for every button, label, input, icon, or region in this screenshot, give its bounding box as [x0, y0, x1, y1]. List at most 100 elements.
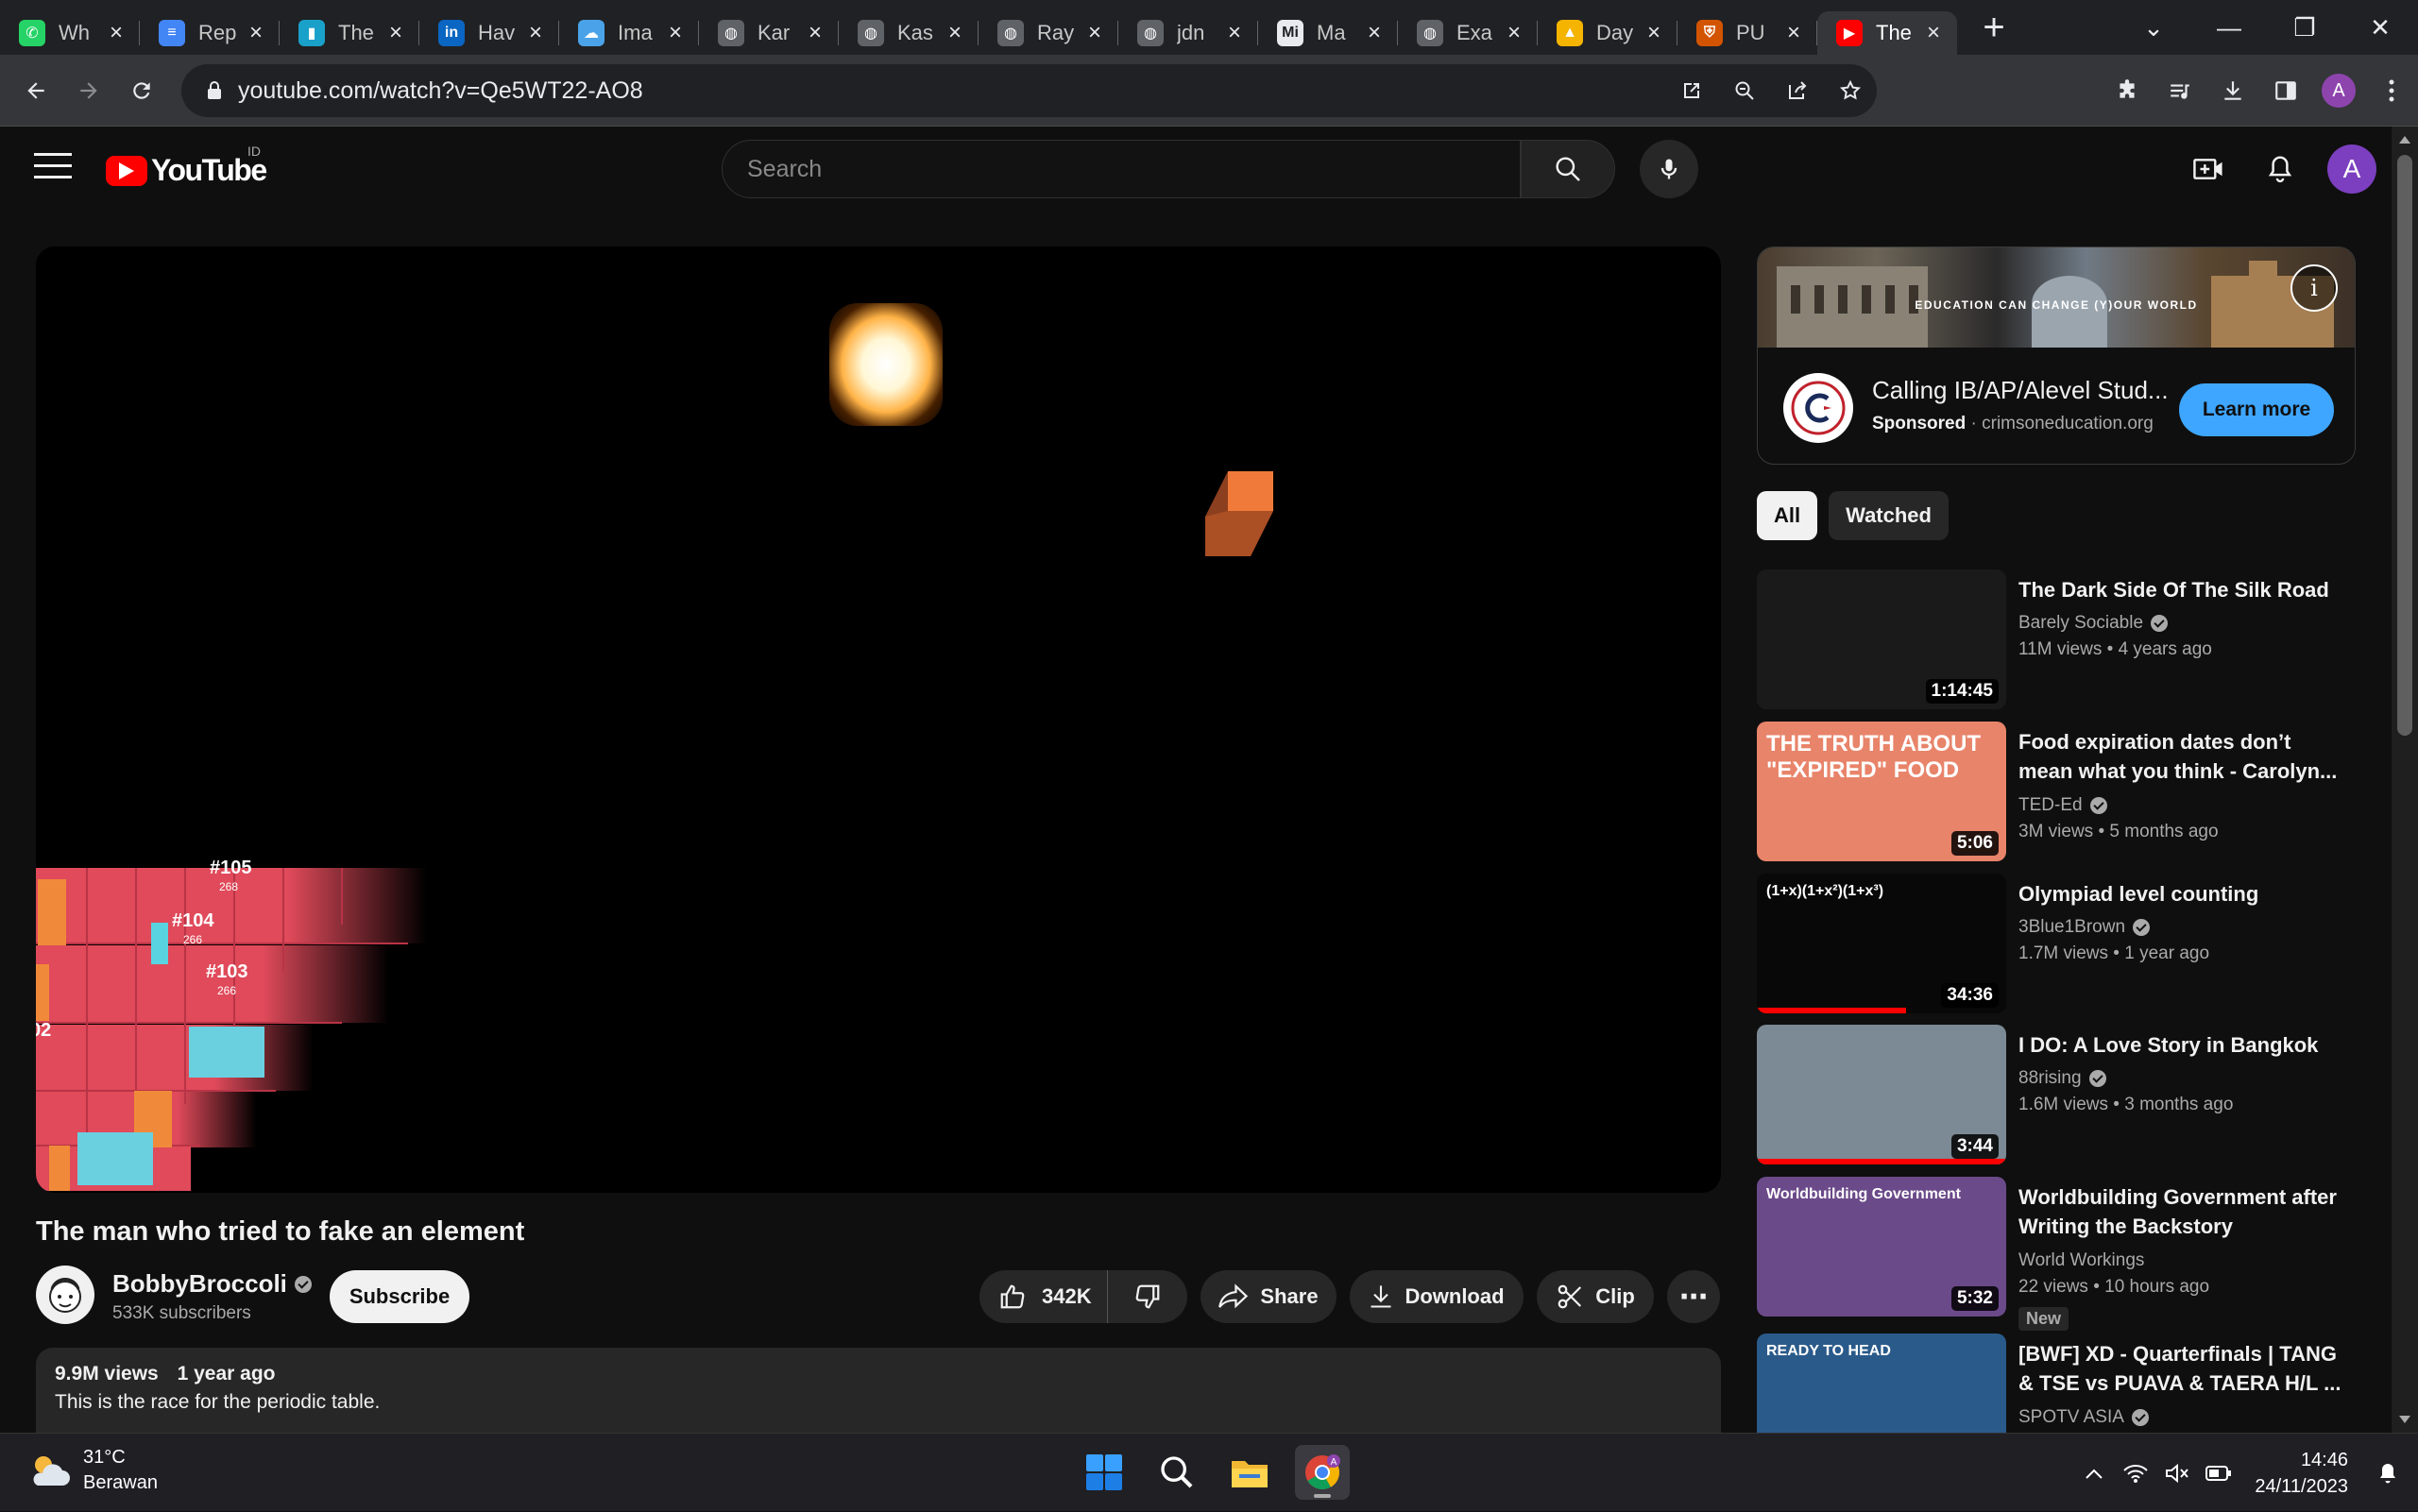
media-queue-icon[interactable]: [2154, 78, 2206, 103]
tab-close-icon[interactable]: ×: [1084, 20, 1105, 46]
tab-close-icon[interactable]: ×: [525, 20, 546, 46]
install-app-icon[interactable]: [1665, 79, 1718, 102]
tab-close-icon[interactable]: ×: [1224, 20, 1245, 46]
browser-tab[interactable]: ≡ Rep ×: [140, 11, 280, 55]
url-text[interactable]: youtube.com/watch?v=Qe5WT22-AO8: [238, 77, 643, 105]
notifications-button[interactable]: [2244, 154, 2316, 184]
dislike-button[interactable]: [1108, 1283, 1187, 1311]
browser-tab[interactable]: ⛨ PU ×: [1677, 11, 1817, 55]
recommended-video-title[interactable]: Food expiration dates don’t mean what yo…: [2018, 727, 2349, 786]
subscribe-button[interactable]: Subscribe: [330, 1270, 469, 1323]
browser-tab[interactable]: ☁ Ima ×: [559, 11, 699, 55]
channel-name[interactable]: BobbyBroccoli: [112, 1269, 312, 1299]
tab-close-icon[interactable]: ×: [246, 20, 266, 46]
channel-name-text[interactable]: BobbyBroccoli: [112, 1269, 287, 1299]
new-tab-button[interactable]: +: [1967, 7, 2021, 49]
forward-button[interactable]: [62, 64, 115, 117]
address-bar[interactable]: youtube.com/watch?v=Qe5WT22-AO8: [181, 64, 1877, 117]
notification-bell-icon[interactable]: [2367, 1462, 2409, 1485]
browser-tab[interactable]: ▮ The ×: [280, 11, 419, 55]
close-window-button[interactable]: ✕: [2342, 13, 2418, 42]
voice-search-button[interactable]: [1640, 140, 1698, 198]
kebab-menu-icon[interactable]: [2365, 78, 2418, 103]
recommended-channel[interactable]: 88rising: [2018, 1068, 2106, 1089]
taskbar-search-button[interactable]: [1149, 1445, 1204, 1500]
recommended-video[interactable]: THE TRUTH ABOUT "EXPIRED" FOOD 5:06 Food e…: [1757, 722, 2380, 863]
share-page-icon[interactable]: [1771, 79, 1824, 102]
tab-close-icon[interactable]: ×: [1643, 20, 1664, 46]
system-clock[interactable]: 14:46 24/11/2023: [2255, 1447, 2348, 1500]
start-button[interactable]: [1077, 1445, 1132, 1500]
browser-tab[interactable]: ◍ Kas ×: [839, 11, 979, 55]
search-input[interactable]: Search: [722, 140, 1521, 198]
recommended-channel[interactable]: SPOTV ASIA: [2018, 1407, 2149, 1428]
clip-button[interactable]: Clip: [1537, 1270, 1654, 1323]
tab-search-chevron-icon[interactable]: ⌄: [2116, 13, 2191, 42]
tab-close-icon[interactable]: ×: [665, 20, 686, 46]
video-player[interactable]: #105 268 #104 266 #103 266 02: [36, 246, 1721, 1193]
recommended-video[interactable]: 1:14:45 The Dark Side Of The Silk Road Bar…: [1757, 569, 2380, 711]
browser-tab[interactable]: ✆ Wh ×: [0, 11, 140, 55]
video-thumbnail[interactable]: 1:14:45: [1757, 569, 2006, 709]
tab-close-icon[interactable]: ×: [385, 20, 406, 46]
recommended-channel[interactable]: 3Blue1Brown: [2018, 917, 2151, 938]
learn-more-button[interactable]: Learn more: [2179, 383, 2334, 436]
video-thumbnail[interactable]: Worldbuilding Government 5:32: [1757, 1177, 2006, 1317]
browser-tab[interactable]: ◍ Kar ×: [699, 11, 839, 55]
scroll-up-arrow-icon[interactable]: [2399, 136, 2410, 144]
recommended-video-title[interactable]: Worldbuilding Government after Writing t…: [2018, 1182, 2349, 1241]
recommended-channel[interactable]: TED-Ed: [2018, 795, 2107, 816]
tab-close-icon[interactable]: ×: [1504, 20, 1524, 46]
chrome-taskbar-button[interactable]: A: [1295, 1445, 1350, 1500]
show-hidden-icons-chevron-icon[interactable]: [2073, 1467, 2115, 1480]
recommended-channel[interactable]: World Workings: [2018, 1250, 2144, 1271]
puzzle-extensions-icon[interactable]: [2101, 78, 2154, 103]
recommended-video[interactable]: (1+x)(1+x²)(1+x³) 34:36 Olympiad level cou…: [1757, 874, 2380, 1015]
youtube-logo[interactable]: YouTube ID: [106, 144, 267, 188]
tab-close-icon[interactable]: ×: [805, 20, 826, 46]
minimize-button[interactable]: —: [2191, 13, 2267, 42]
account-avatar[interactable]: A: [2327, 144, 2376, 194]
recommended-video-title[interactable]: I DO: A Love Story in Bangkok: [2018, 1030, 2349, 1060]
zoom-out-icon[interactable]: [1718, 79, 1771, 102]
share-button[interactable]: Share: [1200, 1270, 1337, 1323]
browser-tab[interactable]: in Hav ×: [419, 11, 559, 55]
recommended-video[interactable]: Worldbuilding Government 5:32 Worldbuildin…: [1757, 1177, 2380, 1331]
more-actions-button[interactable]: ⋯: [1667, 1270, 1720, 1323]
side-panel-icon[interactable]: [2259, 78, 2312, 103]
reload-button[interactable]: [115, 64, 168, 117]
video-thumbnail[interactable]: 3:44: [1757, 1025, 2006, 1164]
page-scrollbar[interactable]: [2392, 127, 2418, 1433]
downloads-icon[interactable]: [2206, 78, 2259, 103]
recommended-video[interactable]: 3:44 I DO: A Love Story in Bangkok 88risin…: [1757, 1025, 2380, 1166]
channel-avatar[interactable]: [36, 1266, 94, 1324]
browser-tab[interactable]: ▶ The ×: [1817, 11, 1957, 55]
sponsored-ad-card[interactable]: EDUCATION CAN CHANGE (Y)OUR WORLD i Call…: [1757, 246, 2356, 465]
tab-close-icon[interactable]: ×: [1364, 20, 1385, 46]
chip-watched[interactable]: Watched: [1829, 491, 1949, 540]
video-thumbnail[interactable]: THE TRUTH ABOUT "EXPIRED" FOOD 5:06: [1757, 722, 2006, 861]
tab-close-icon[interactable]: ×: [945, 20, 965, 46]
scroll-down-arrow-icon[interactable]: [2399, 1416, 2410, 1423]
bookmark-star-icon[interactable]: [1824, 79, 1877, 102]
browser-tab[interactable]: ◍ jdn ×: [1118, 11, 1258, 55]
tab-close-icon[interactable]: ×: [106, 20, 127, 46]
volume-muted-icon[interactable]: [2156, 1463, 2198, 1484]
browser-tab[interactable]: Mi Ma ×: [1258, 11, 1398, 55]
create-video-button[interactable]: [2172, 155, 2244, 183]
hamburger-menu-icon[interactable]: [34, 153, 72, 187]
recommended-channel[interactable]: Barely Sociable: [2018, 613, 2169, 634]
video-thumbnail[interactable]: (1+x)(1+x²)(1+x³) 34:36: [1757, 874, 2006, 1013]
scrollbar-thumb[interactable]: [2397, 155, 2412, 736]
browser-tab[interactable]: ▲ Day ×: [1538, 11, 1677, 55]
recommended-video-title[interactable]: The Dark Side Of The Silk Road: [2018, 575, 2349, 604]
download-button[interactable]: Download: [1350, 1270, 1524, 1323]
battery-icon[interactable]: [2198, 1465, 2239, 1482]
restore-button[interactable]: ❐: [2267, 13, 2342, 42]
recommended-video-title[interactable]: Olympiad level counting: [2018, 879, 2349, 909]
search-button[interactable]: [1521, 140, 1615, 198]
browser-tab[interactable]: ◍ Exa ×: [1398, 11, 1538, 55]
profile-button[interactable]: A: [2312, 74, 2365, 108]
like-button[interactable]: 342K: [979, 1270, 1108, 1323]
ad-info-icon[interactable]: i: [2290, 264, 2338, 312]
